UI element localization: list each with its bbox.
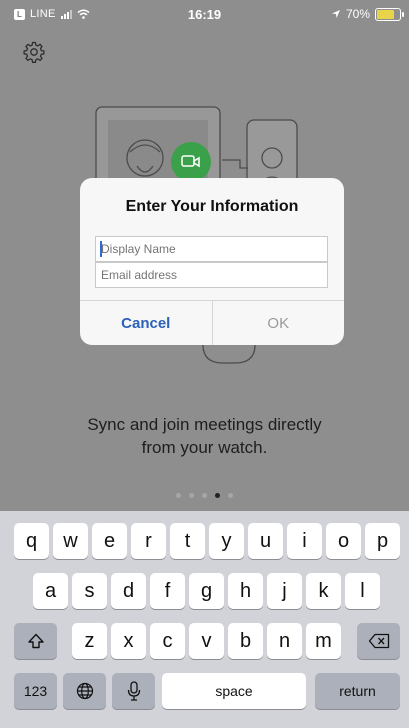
- space-key[interactable]: space: [162, 673, 306, 709]
- promo-text: Sync and join meetings directly from you…: [0, 413, 409, 459]
- key-d[interactable]: d: [111, 573, 146, 609]
- key-v[interactable]: v: [189, 623, 224, 659]
- key-i[interactable]: i: [287, 523, 322, 559]
- key-x[interactable]: x: [111, 623, 146, 659]
- key-k[interactable]: k: [306, 573, 341, 609]
- key-g[interactable]: g: [189, 573, 224, 609]
- email-input[interactable]: [95, 262, 328, 288]
- page-indicator[interactable]: [0, 493, 409, 498]
- battery-percent: 70%: [345, 7, 370, 21]
- backspace-icon: [368, 633, 389, 649]
- page-dot[interactable]: [202, 493, 207, 498]
- dialog-title: Enter Your Information: [125, 198, 299, 215]
- key-m[interactable]: m: [306, 623, 341, 659]
- dialog-buttons: Cancel OK: [80, 300, 344, 345]
- keyboard: q w e r t y u i o p a s d f g h j k l z …: [0, 511, 409, 728]
- key-l[interactable]: l: [345, 573, 380, 609]
- backspace-key[interactable]: [357, 623, 400, 659]
- shift-key[interactable]: [14, 623, 57, 659]
- shift-icon: [27, 633, 44, 649]
- globe-icon: [76, 682, 93, 700]
- enter-info-dialog: Enter Your Information Cancel OK: [80, 178, 344, 345]
- ok-button[interactable]: OK: [213, 301, 345, 345]
- key-e[interactable]: e: [92, 523, 127, 559]
- status-bar: L LINE 16:19 70%: [0, 0, 409, 28]
- key-w[interactable]: w: [53, 523, 88, 559]
- promo-line-1: Sync and join meetings directly: [87, 415, 322, 434]
- key-f[interactable]: f: [150, 573, 185, 609]
- microphone-icon: [127, 681, 140, 701]
- key-n[interactable]: n: [267, 623, 302, 659]
- key-o[interactable]: o: [326, 523, 361, 559]
- display-name-input[interactable]: [95, 236, 328, 262]
- video-call-icon: [171, 142, 211, 182]
- text-cursor: [100, 241, 102, 257]
- key-q[interactable]: q: [14, 523, 49, 559]
- key-b[interactable]: b: [228, 623, 263, 659]
- key-z[interactable]: z: [72, 623, 107, 659]
- key-u[interactable]: u: [248, 523, 283, 559]
- key-h[interactable]: h: [228, 573, 263, 609]
- numbers-key[interactable]: 123: [14, 673, 57, 709]
- promo-line-2: from your watch.: [141, 438, 268, 457]
- key-c[interactable]: c: [150, 623, 185, 659]
- page-dot[interactable]: [189, 493, 194, 498]
- key-j[interactable]: j: [267, 573, 302, 609]
- key-s[interactable]: s: [72, 573, 107, 609]
- page-dot[interactable]: [228, 493, 233, 498]
- globe-key[interactable]: [63, 673, 106, 709]
- key-t[interactable]: t: [170, 523, 205, 559]
- page-dot-active[interactable]: [215, 493, 220, 498]
- battery-icon: [375, 7, 404, 21]
- microphone-key[interactable]: [112, 673, 155, 709]
- gear-icon[interactable]: [22, 40, 46, 64]
- location-arrow-icon: [331, 10, 340, 18]
- key-r[interactable]: r: [131, 523, 166, 559]
- cancel-button[interactable]: Cancel: [80, 301, 213, 345]
- return-key[interactable]: return: [315, 673, 400, 709]
- key-y[interactable]: y: [209, 523, 244, 559]
- key-a[interactable]: a: [33, 573, 68, 609]
- key-p[interactable]: p: [365, 523, 400, 559]
- page-dot[interactable]: [176, 493, 181, 498]
